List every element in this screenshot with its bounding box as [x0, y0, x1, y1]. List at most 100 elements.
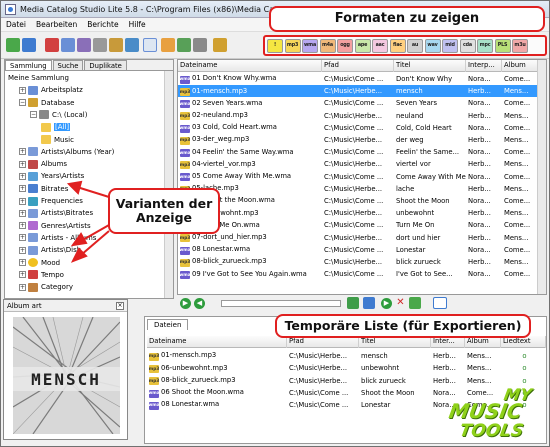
play-icon[interactable]: ▶: [180, 298, 191, 309]
format-ogg-button[interactable]: ogg: [337, 38, 353, 53]
tree-node[interactable]: + Years\Artists: [19, 170, 84, 182]
table-row[interactable]: wma04 Feelin' the Same Way.wma C:\Music\C…: [178, 146, 538, 158]
add-to-list-icon[interactable]: [347, 297, 359, 309]
table-row[interactable]: mp3 07-dort_und_hier.mp3 C:\Music\Herbe...…: [178, 232, 538, 244]
tree-node[interactable]: + Artists - Albums: [19, 232, 96, 244]
tree-node[interactable]: + Tempo: [19, 269, 64, 281]
tab-dateien[interactable]: Dateien: [147, 319, 189, 330]
expand-toggle-icon[interactable]: +: [19, 86, 26, 94]
format-wma-button[interactable]: wma: [302, 38, 318, 53]
col-titel[interactable]: Titel: [394, 60, 466, 72]
format-all-button[interactable]: !: [267, 38, 283, 53]
tab-sammlung[interactable]: Sammlung: [5, 60, 52, 70]
tree-node[interactable]: − Database: [19, 97, 74, 109]
file-list-scrollbar[interactable]: [537, 60, 546, 294]
report-icon[interactable]: [125, 38, 139, 52]
col-dateiname[interactable]: Dateiname: [178, 60, 322, 72]
tab-suche[interactable]: Suche: [52, 60, 84, 70]
menu-bearbeiten[interactable]: Bearbeiten: [31, 20, 82, 29]
menu-hilfe[interactable]: Hilfe: [124, 20, 151, 29]
expand-toggle-icon[interactable]: +: [19, 234, 26, 242]
tree-node[interactable]: + Artists\Albums (Year): [19, 146, 114, 158]
table-row[interactable]: mp3 01-mensch.mp3 C:\Music\Herbe... mensch H…: [178, 85, 538, 98]
expand-toggle-icon[interactable]: +: [19, 160, 26, 168]
tree-node[interactable]: + Category: [19, 281, 73, 293]
music-note-icon[interactable]: [93, 38, 107, 52]
format-wav-button[interactable]: wav: [424, 38, 441, 53]
table-row[interactable]: wma02 Seven Years.wma C:\Music\Come ... Se…: [178, 97, 538, 109]
col-album[interactable]: Album: [502, 60, 538, 72]
expand-toggle-icon[interactable]: +: [19, 197, 26, 205]
table-row[interactable]: wma05 Come Away With Me.wma C:\Music\Come…: [178, 171, 538, 183]
format-au-button[interactable]: au: [407, 38, 423, 53]
tree-node[interactable]: + Frequencies: [19, 195, 83, 207]
copy-icon[interactable]: [363, 297, 375, 309]
table-row[interactable]: mp3 02-neuland.mp3 C:\Music\Herbe... neulan…: [178, 110, 538, 122]
tree-node[interactable]: + Genres\Artists: [19, 220, 91, 232]
view-icon[interactable]: [143, 38, 157, 52]
temp-row[interactable]: mp3 01-mensch.mp3 C:\Music\Herbe... mensch H…: [147, 350, 546, 362]
format-mp3-button[interactable]: mp3: [284, 38, 301, 53]
table-row[interactable]: wma03 Cold, Cold Heart.wma C:\Music\Come …: [178, 122, 538, 134]
close-icon[interactable]: ×: [116, 301, 124, 310]
back-icon[interactable]: ◀: [194, 298, 205, 309]
refresh-icon[interactable]: [22, 38, 36, 52]
format-mpc-button[interactable]: mpc: [477, 38, 493, 53]
tree-node[interactable]: + Artists\Bitrates: [19, 207, 93, 219]
tree-node[interactable]: [All]: [41, 121, 71, 133]
expand-toggle-icon[interactable]: +: [19, 172, 26, 180]
edit-icon[interactable]: [77, 38, 91, 52]
expand-toggle-icon[interactable]: +: [19, 271, 26, 279]
table-row[interactable]: mp306-unbewohnt.mp3C:\Music\Herbe...unbe…: [178, 207, 538, 219]
expand-toggle-icon[interactable]: +: [19, 222, 26, 230]
table-row[interactable]: wma08 Lonestar.wma C:\Music\Come ... Lones…: [178, 244, 538, 256]
expand-toggle-icon[interactable]: +: [19, 259, 26, 266]
table-row[interactable]: mp3 03-der_weg.mp3 C:\Music\Herbe... der we…: [178, 134, 538, 146]
expand-toggle-icon[interactable]: −: [30, 111, 37, 119]
col-interpret[interactable]: Interp...: [466, 60, 502, 72]
temp-col-dateiname[interactable]: Dateiname: [147, 336, 287, 348]
play-list-icon[interactable]: ▶: [381, 298, 392, 309]
expand-toggle-icon[interactable]: −: [19, 99, 26, 107]
format-cda-button[interactable]: cda: [459, 38, 476, 53]
web-icon[interactable]: [177, 38, 191, 52]
table-row[interactable]: mp3 08-blick_zurueck.mp3 C:\Music\Herbe...…: [178, 256, 538, 268]
expand-toggle-icon[interactable]: +: [19, 246, 26, 254]
tree-node[interactable]: + Bitrates: [19, 183, 68, 195]
expand-toggle-icon[interactable]: +: [19, 283, 26, 291]
format-mid-button[interactable]: mid: [442, 38, 458, 53]
format-flac-button[interactable]: flac: [389, 38, 406, 53]
tree-node[interactable]: − C:\ (Local): [30, 109, 87, 121]
expand-toggle-icon[interactable]: +: [19, 185, 26, 193]
tools-icon[interactable]: [213, 38, 227, 52]
tag-icon[interactable]: [109, 38, 123, 52]
table-row[interactable]: wma06 Shoot the Moon.wmaC:\Music\Come ..…: [178, 195, 538, 207]
format-m4a-button[interactable]: m4a: [319, 38, 336, 53]
expand-toggle-icon[interactable]: +: [19, 209, 26, 217]
expand-toggle-icon[interactable]: +: [19, 148, 26, 156]
table-row[interactable]: wma01 Don't Know Why.wma C:\Music\Come ..…: [178, 73, 538, 85]
home-icon[interactable]: [161, 38, 175, 52]
tree-node[interactable]: Meine Sammlung: [8, 72, 69, 84]
table-row[interactable]: wma07 Turn Me On.wmaC:\Music\Come ...Tur…: [178, 219, 538, 231]
table-row[interactable]: wma09 I've Got to See You Again.wma C:\Mu…: [178, 268, 538, 280]
format-m3u-button[interactable]: m3u: [512, 38, 528, 53]
table-row[interactable]: mp3 04-viertel_vor.mp3 C:\Music\Herbe... vi…: [178, 158, 538, 170]
format-pls-button[interactable]: PLS: [494, 38, 511, 53]
window-icon[interactable]: [433, 297, 447, 309]
cd-icon[interactable]: [45, 38, 59, 52]
tree-scrollbar[interactable]: [164, 71, 173, 298]
menu-datei[interactable]: Datei: [1, 20, 31, 29]
menu-berichte[interactable]: Berichte: [82, 20, 123, 29]
delete-icon[interactable]: ✕: [395, 298, 406, 309]
add-folder-icon[interactable]: [6, 38, 20, 52]
settings-icon[interactable]: [193, 38, 207, 52]
tree-node[interactable]: Music: [41, 134, 74, 146]
export-icon[interactable]: [409, 297, 421, 309]
info-icon[interactable]: [61, 38, 75, 52]
tree-node[interactable]: + Arbeitsplatz: [19, 84, 83, 96]
table-row[interactable]: mp305-lache.mp3C:\Music\Herbe...lacheHer…: [178, 183, 538, 195]
temp-row[interactable]: mp3 06-unbewohnt.mp3 C:\Music\Herbe... unbe…: [147, 362, 546, 374]
tree-node[interactable]: + Artists\Disk: [19, 244, 81, 256]
tree-node[interactable]: + Mood: [19, 257, 60, 269]
